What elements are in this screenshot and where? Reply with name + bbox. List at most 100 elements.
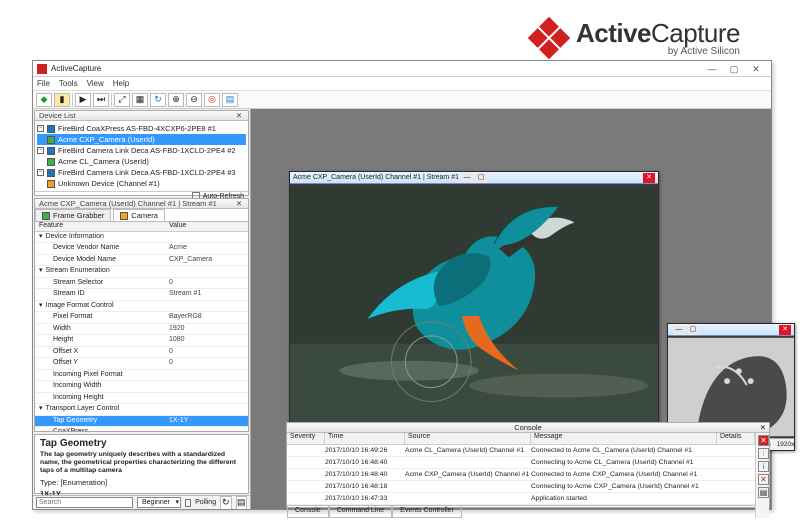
property-row[interactable]: Stream Selector0 (35, 278, 248, 290)
window-minimize[interactable]: — (701, 62, 723, 76)
col-source[interactable]: Source (405, 433, 531, 444)
console-filter-err[interactable]: ✕ (758, 474, 769, 485)
console-filter-warn[interactable]: i (758, 448, 769, 459)
property-row[interactable]: Stream Enumeration (35, 266, 248, 278)
tb-zoom-in[interactable]: ⊕ (168, 93, 184, 107)
property-row[interactable]: Incoming Height (35, 393, 248, 405)
console-save[interactable]: ▤ (758, 487, 769, 498)
menu-tools[interactable]: Tools (59, 79, 78, 88)
property-row[interactable]: Offset X0 (35, 347, 248, 359)
device-tree-item[interactable]: −FireBird CoaXPress AS-FBD-4XCXP6-2PE8 #… (37, 123, 246, 134)
left-column: Device List ✕ −FireBird CoaXPress AS-FBD-… (33, 109, 251, 509)
console-tab-events[interactable]: Events Controller (392, 506, 462, 518)
device-tree-item[interactable]: Acme CXP_Camera (UserId) (37, 134, 246, 145)
property-row[interactable]: Incoming Pixel Format (35, 370, 248, 382)
property-row[interactable]: Pixel FormatBayerRG8 (35, 312, 248, 324)
stream-min[interactable]: — (673, 325, 685, 335)
tab-frame-grabber[interactable]: Frame Grabber (35, 209, 111, 221)
app-window: ActiveCapture — ▢ ✕ File Tools View Help… (32, 60, 772, 510)
device-tree-item[interactable]: Acme CL_Camera (UserId) (37, 156, 246, 167)
tb-zoom[interactable]: ▦ (132, 93, 148, 107)
window-title: ActiveCapture (51, 64, 701, 73)
console-title: Console (514, 423, 542, 432)
device-list-panel: Device List ✕ −FireBird CoaXPress AS-FBD-… (34, 110, 249, 196)
stream-titlebar[interactable]: — ▢ ✕ (668, 324, 794, 336)
footer-save[interactable]: ▤ (236, 496, 247, 510)
console-tab-cmd[interactable]: Command Line (329, 506, 392, 518)
menu-file[interactable]: File (37, 79, 50, 88)
console-actions: ✕ i i ✕ ▤ (755, 433, 769, 518)
property-row[interactable]: Device Model NameCXP_Camera (35, 255, 248, 267)
device-tree-item[interactable]: −FireBird Camera Link Deca AS-FBD-1XCLD-… (37, 167, 246, 178)
tb-target[interactable]: ◎ (204, 93, 220, 107)
tb-zoom-out[interactable]: ⊖ (186, 93, 202, 107)
tb-fit[interactable]: ⤢ (114, 93, 130, 107)
col-details[interactable]: Details (717, 433, 755, 444)
level-select[interactable]: Beginner (137, 497, 181, 508)
col-time[interactable]: Time (325, 433, 405, 444)
panel-close-icon[interactable]: ✕ (234, 111, 244, 120)
property-row[interactable]: Transport Layer Control (35, 404, 248, 416)
menu-help[interactable]: Help (113, 79, 129, 88)
property-row[interactable]: Offset Y0 (35, 358, 248, 370)
property-row[interactable]: Device Vendor NameAcme (35, 243, 248, 255)
property-row[interactable]: Height1080 (35, 335, 248, 347)
property-row[interactable]: Image Format Control (35, 301, 248, 313)
device-tree[interactable]: −FireBird CoaXPress AS-FBD-4XCXP6-2PE8 #… (35, 121, 248, 191)
window-close[interactable]: ✕ (745, 62, 767, 76)
tb-skip[interactable]: ⏭ (93, 93, 109, 107)
stream-min[interactable]: — (461, 173, 473, 183)
col-message[interactable]: Message (531, 433, 717, 444)
properties-list[interactable]: Device InformationDevice Vendor NameAcme… (35, 232, 248, 431)
tb-sep2 (111, 93, 112, 107)
tb-refresh[interactable]: ↻ (150, 93, 166, 107)
property-row[interactable]: Stream IDStream #1 (35, 289, 248, 301)
col-severity[interactable]: Severity (287, 433, 325, 444)
console-tab-console[interactable]: Console (287, 506, 329, 518)
device-tree-item[interactable]: −FireBird Camera Link Deca AS-FBD-1XCLD-… (37, 145, 246, 156)
polling-checkbox[interactable] (185, 499, 191, 507)
tb-bar[interactable]: ▮ (54, 93, 70, 107)
panel-close-icon[interactable]: ✕ (234, 199, 244, 208)
brand-mark (528, 16, 570, 58)
panel-close-icon[interactable]: ✕ (760, 423, 766, 432)
property-row[interactable]: Device Information (35, 232, 248, 244)
menu-view[interactable]: View (87, 79, 104, 88)
tb-grid[interactable]: ▤ (222, 93, 238, 107)
tab-color-icon (120, 212, 128, 220)
property-row[interactable]: Width1920 (35, 324, 248, 336)
stream-max[interactable]: ▢ (475, 173, 487, 183)
col-feature: Feature (35, 222, 165, 231)
stream-close[interactable]: ✕ (643, 173, 655, 183)
console-clear[interactable]: ✕ (758, 435, 769, 446)
tab-camera[interactable]: Camera (113, 209, 165, 221)
stream-max[interactable]: ▢ (687, 325, 699, 335)
help-panel: Tap Geometry The tap geometry uniquely d… (34, 434, 249, 494)
console-row[interactable]: 2017/10/10 16:48:40Acme CXP_Camera (User… (287, 469, 755, 481)
console-row[interactable]: 2017/10/10 16:47:33Application started (287, 493, 755, 505)
property-row[interactable]: Incoming Width (35, 381, 248, 393)
console-row[interactable]: 2017/10/10 16:49:26Acme CL_Camera (UserI… (287, 445, 755, 457)
console-rows[interactable]: 2017/10/10 16:49:26Acme CL_Camera (UserI… (287, 445, 755, 505)
stream-canvas[interactable] (290, 184, 658, 428)
props-tabs: Frame Grabber Camera (35, 209, 248, 222)
window-maximize[interactable]: ▢ (723, 62, 745, 76)
properties-panel: Acme CXP_Camera (UserId) Channel #1 | St… (34, 198, 249, 432)
device-list-title: Device List (39, 111, 76, 120)
tb-connect[interactable]: ◆ (36, 93, 52, 107)
console-filter-info[interactable]: i (758, 461, 769, 472)
stream-window-1[interactable]: Acme CXP_Camera (UserId) Channel #1 | St… (289, 171, 659, 451)
property-row[interactable]: CoaXPress (35, 427, 248, 431)
device-tree-item[interactable]: Unknown Device (Channel #1) (37, 178, 246, 189)
brand-bold: Active (576, 18, 651, 48)
search-input[interactable] (36, 497, 133, 508)
stream-image (290, 184, 658, 428)
stream-close[interactable]: ✕ (779, 325, 791, 335)
help-type-label: Type: (40, 478, 58, 487)
property-row[interactable]: Tap Geometry1X-1Y (35, 416, 248, 428)
console-row[interactable]: 2017/10/10 16:48:18Connecting to Acme CX… (287, 481, 755, 493)
footer-refresh[interactable]: ↻ (220, 496, 231, 510)
console-row[interactable]: 2017/10/10 16:48:40Connecting to Acme CL… (287, 457, 755, 469)
tb-play[interactable]: ▶ (75, 93, 91, 107)
stream-titlebar[interactable]: Acme CXP_Camera (UserId) Channel #1 | St… (290, 172, 658, 184)
